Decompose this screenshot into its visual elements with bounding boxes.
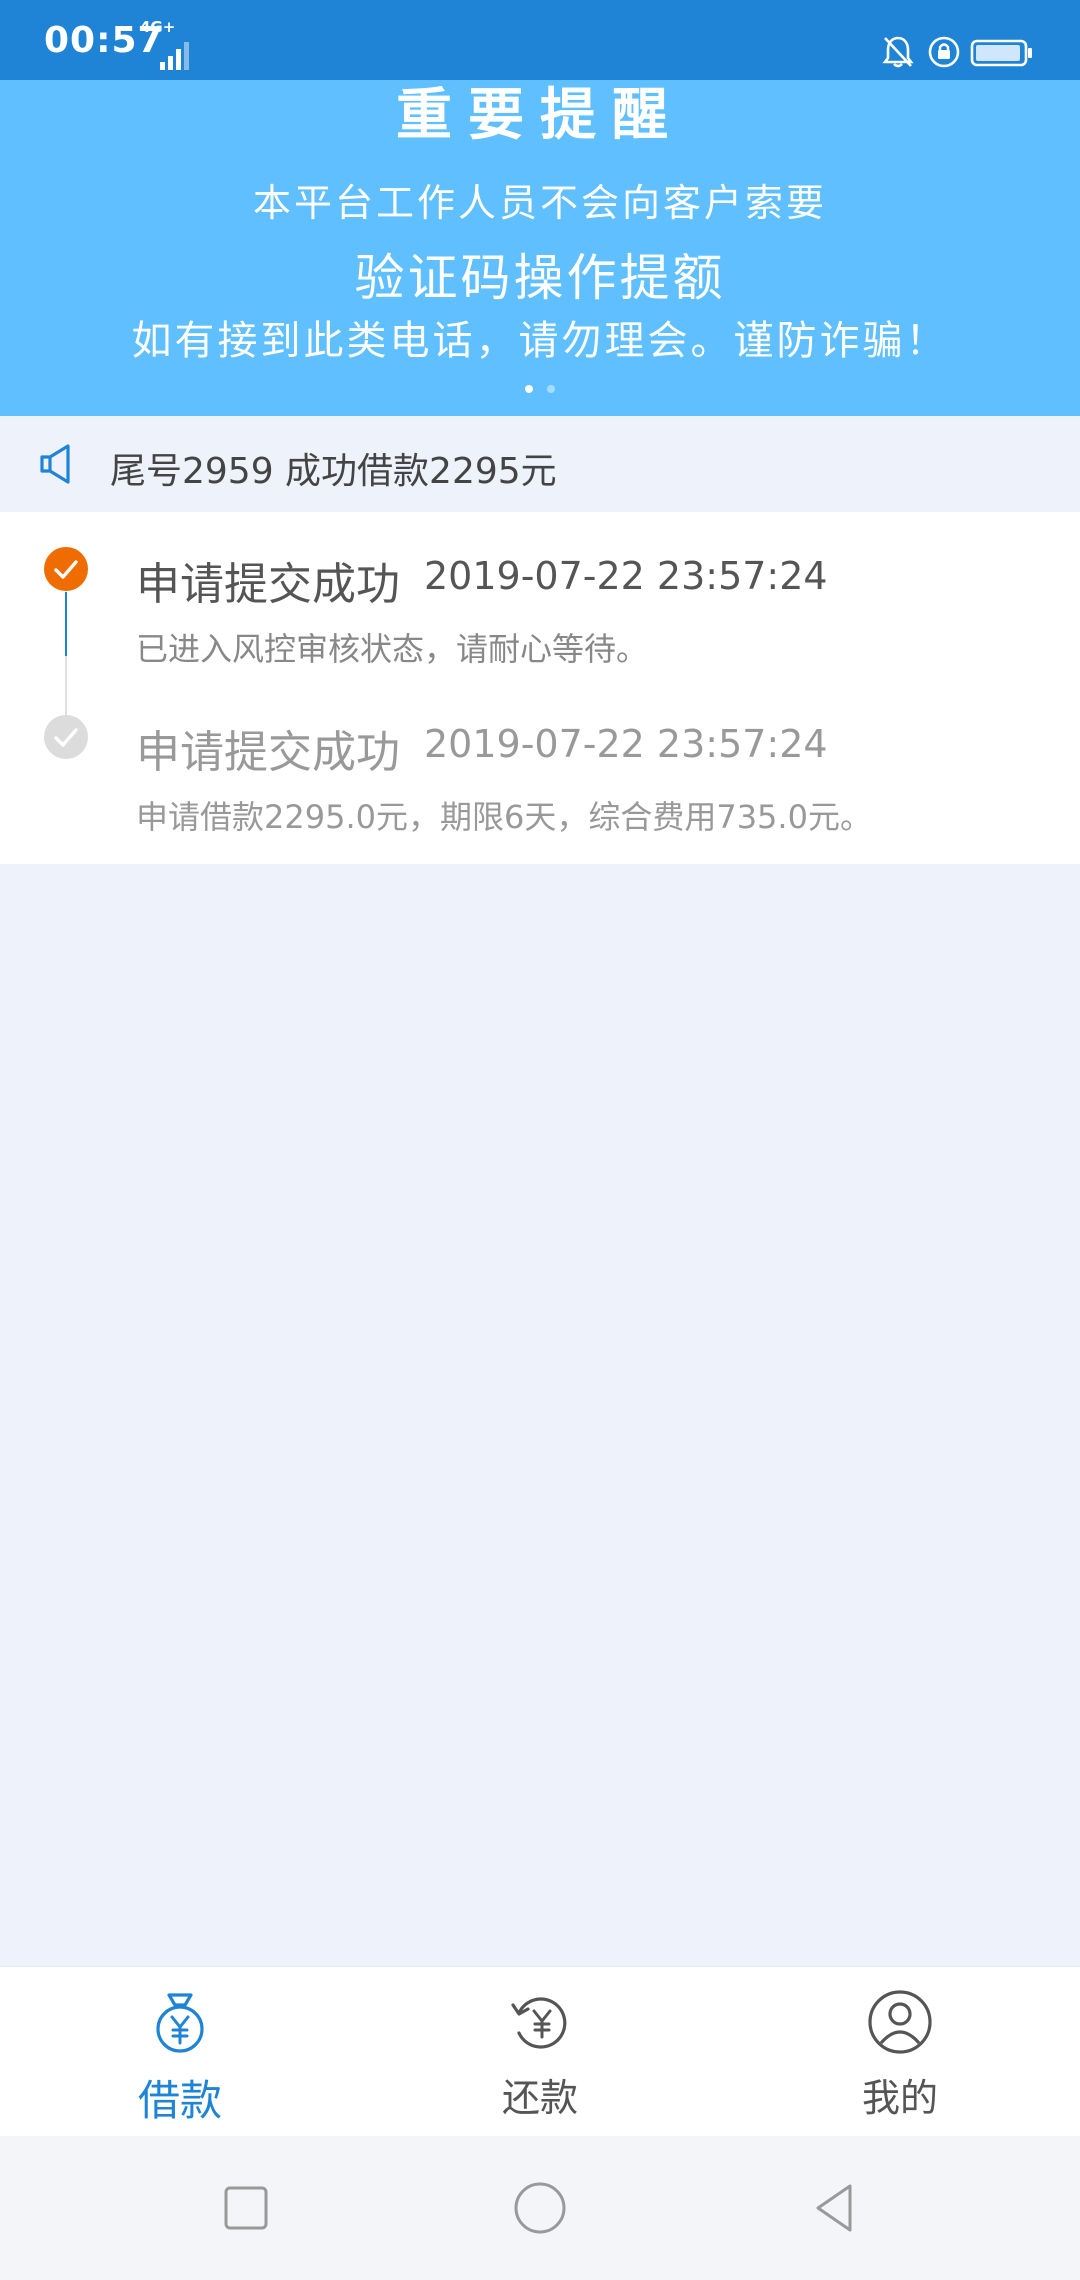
nav-label-profile: 我的 [861, 2076, 938, 2120]
nav-label-loan: 借款 [137, 2076, 222, 2125]
banner-title: 重要提醒 [396, 83, 684, 148]
banner-pager-dots [0, 378, 1080, 397]
timeline-connector [65, 656, 67, 716]
nav-item-loan[interactable]: 借款 [0, 1967, 360, 2137]
pager-dot [546, 385, 555, 393]
timeline-step-title: 申请提交成功 [136, 559, 400, 610]
timeline-connector-active [65, 592, 67, 656]
banner-line-3: 如有接到此类电话，请勿理会。谨防诈骗！ [131, 318, 949, 364]
notice-bar: 尾号2959 成功借款2295元 [0, 416, 1080, 512]
rotate-lock-icon [928, 36, 960, 68]
timeline-step-time: 2019-07-22 23:57:24 [424, 722, 828, 766]
signal-icon [160, 42, 189, 70]
warning-banner[interactable]: 重要提醒 本平台工作人员不会向客户索要 验证码操作提额 如有接到此类电话，请勿理… [0, 80, 1080, 416]
loan-bag-icon [156, 1993, 204, 2053]
nav-label-repay: 还款 [501, 2076, 578, 2120]
check-circle-active-icon [44, 547, 88, 591]
nav-item-repay[interactable]: 还款 [360, 1967, 720, 2137]
timeline-step-description: 申请借款2295.0元，期限6天，综合费用735.0元。 [136, 798, 872, 836]
home-button[interactable] [510, 2178, 570, 2238]
network-type: 4G+ [140, 18, 176, 36]
timeline-step-description: 已进入风控审核状态，请耐心等待。 [136, 630, 649, 668]
banner-line-1: 本平台工作人员不会向客户索要 [252, 181, 827, 225]
system-nav-bar [0, 2136, 1080, 2280]
check-circle-done-icon [44, 715, 88, 759]
bottom-nav: 借款 还款 我的 [0, 1966, 1080, 2137]
bell-off-icon [882, 36, 914, 68]
notice-text: 尾号2959 成功借款2295元 [110, 451, 557, 492]
recents-button[interactable] [216, 2178, 276, 2238]
status-bar: 00:57 4G+ [0, 0, 1080, 80]
timeline-step-title: 申请提交成功 [136, 727, 400, 778]
battery-icon [970, 39, 1032, 67]
banner-line-2: 验证码操作提额 [354, 249, 726, 307]
application-timeline: 申请提交成功 2019-07-22 23:57:24 已进入风控审核状态，请耐心… [0, 512, 1080, 864]
speaker-icon [40, 444, 70, 484]
profile-icon [868, 1990, 932, 2054]
timeline-step-time: 2019-07-22 23:57:24 [424, 554, 828, 598]
repay-icon [511, 1997, 567, 2049]
nav-item-profile[interactable]: 我的 [720, 1967, 1080, 2137]
back-button[interactable] [804, 2178, 864, 2238]
pager-dot-active [525, 385, 534, 393]
